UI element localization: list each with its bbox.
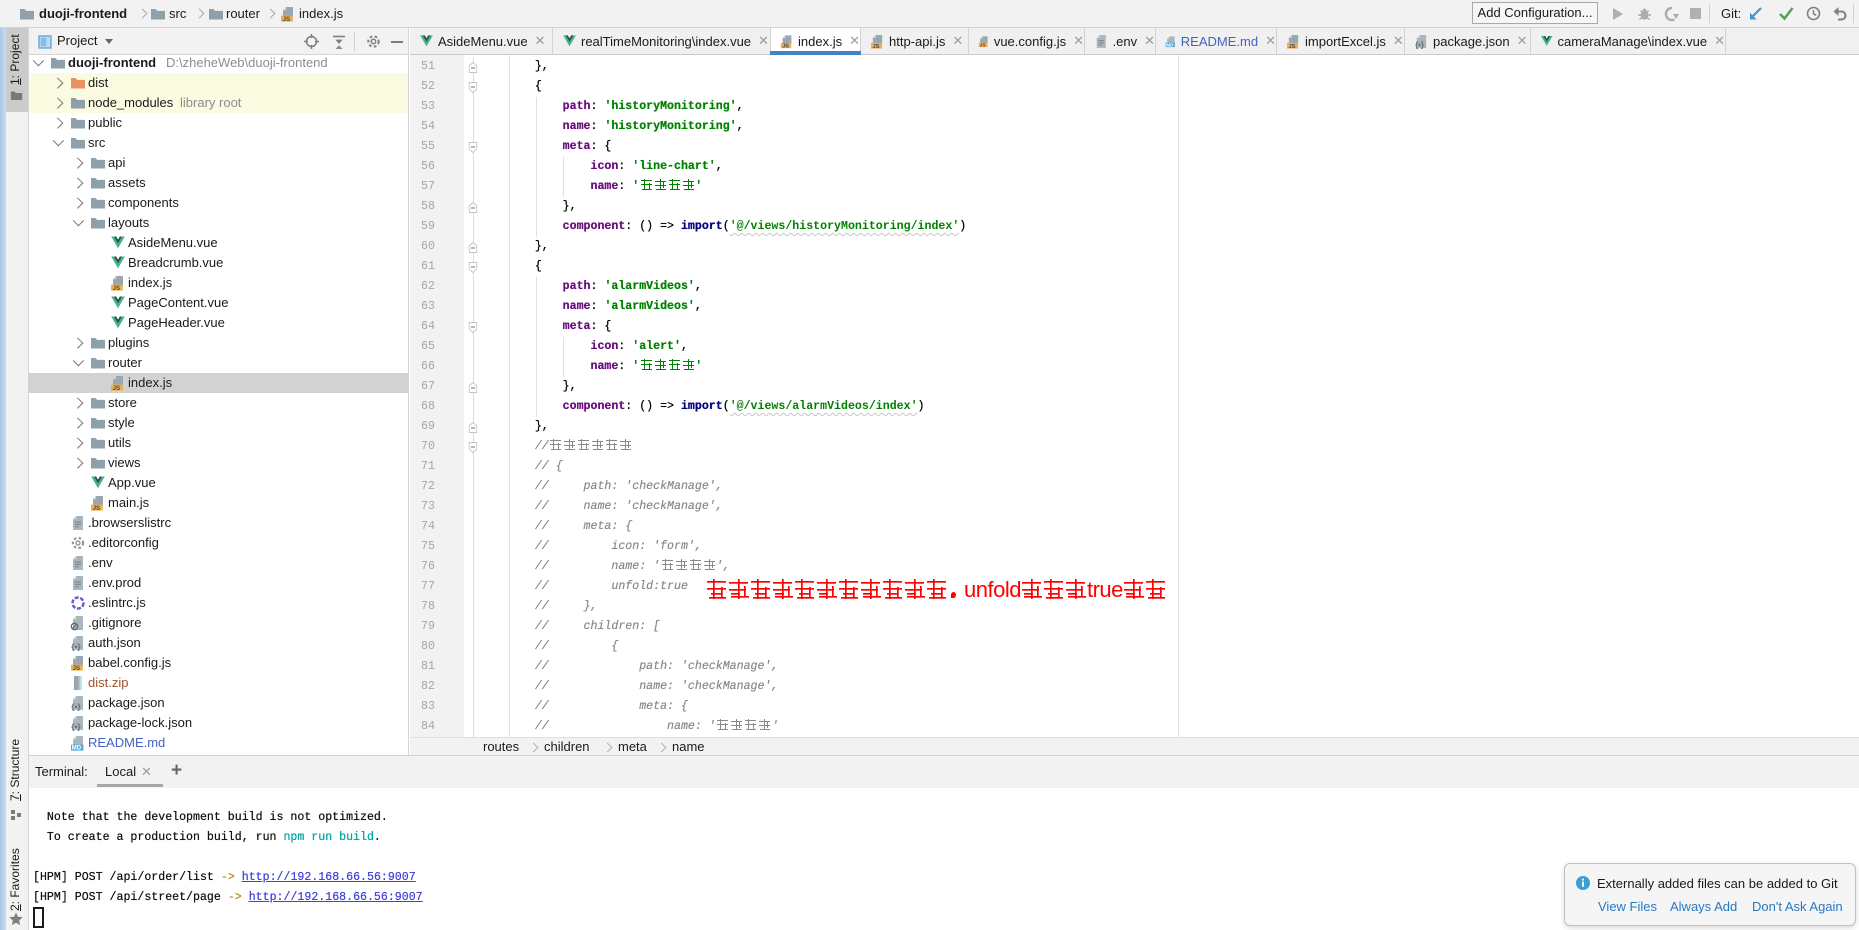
svg-text:JS: JS — [113, 385, 121, 391]
svg-text:{•}: {•} — [71, 722, 81, 731]
svg-text:JS: JS — [113, 285, 121, 291]
svg-text:JS: JS — [980, 42, 986, 47]
svg-text:MD: MD — [1166, 42, 1173, 47]
svg-text:JS: JS — [73, 665, 81, 671]
svg-text:{•}: {•} — [71, 642, 81, 651]
svg-text:JS: JS — [782, 43, 789, 49]
svg-text:JS: JS — [93, 505, 101, 511]
svg-text:JS: JS — [872, 43, 879, 48]
svg-text:{•}: {•} — [1415, 40, 1424, 48]
svg-text:{•}: {•} — [71, 702, 81, 711]
svg-text:MD: MD — [72, 746, 82, 751]
svg-text:JS: JS — [283, 16, 291, 22]
svg-text:JS: JS — [1288, 43, 1295, 48]
